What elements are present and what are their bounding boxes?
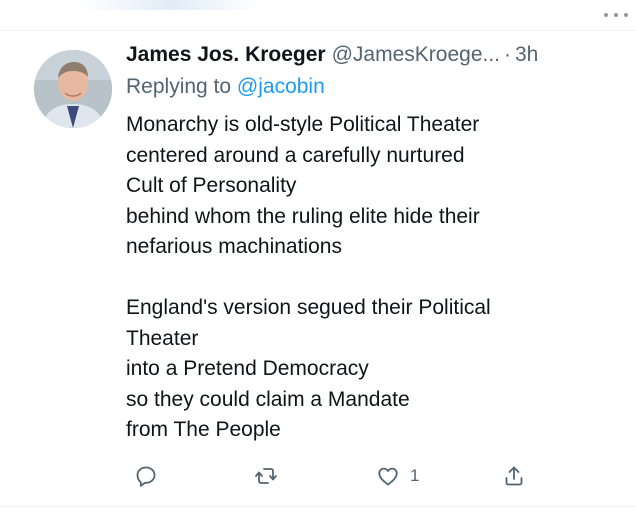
share-button[interactable] — [502, 460, 526, 492]
tweet-text-line: from The People — [126, 418, 281, 441]
tweet-timestamp[interactable]: 3h — [515, 41, 538, 69]
tweet-text-line: Theater — [126, 326, 199, 350]
divider-bottom — [0, 506, 636, 507]
like-count: 1 — [410, 466, 420, 485]
tweet-text: Monarchy is old-style Political Theater … — [126, 110, 616, 446]
reply-icon — [136, 466, 156, 487]
tweet-text-line: so they could claim a Mandate — [126, 387, 410, 411]
reply-button[interactable] — [134, 460, 158, 492]
author-display-name[interactable]: James Jos. Kroeger — [126, 41, 326, 69]
tweet-text-line: England's version segued their Political — [126, 296, 491, 319]
tweet-text-line: centered around a carefully nurtured — [126, 143, 465, 167]
more-dot — [604, 13, 608, 17]
tweet-text-line: Cult of Personality — [126, 174, 297, 197]
tweet-text-line: Monarchy is old-style Political Theater — [126, 113, 480, 136]
divider-top — [0, 30, 636, 31]
tweet-text-line: behind whom the ruling elite hide their — [126, 204, 480, 228]
replying-to-label: Replying to — [126, 75, 232, 98]
more-dot — [624, 13, 628, 17]
retweet-icon — [255, 468, 277, 484]
tweet-header: James Jos. Kroeger @JamesKroege... · 3h — [126, 40, 616, 70]
tweet-content: James Jos. Kroeger @JamesKroege... · 3h … — [126, 40, 616, 446]
previous-tweet-fade — [80, 0, 260, 10]
tweet-text-line: nefarious machinations — [126, 235, 342, 258]
avatar-photo — [34, 50, 112, 128]
tweet-text-line: into a Pretend Democracy — [126, 357, 369, 380]
replying-to-handle[interactable]: @jacobin — [237, 75, 325, 98]
author-handle[interactable]: @JamesKroege... — [332, 41, 500, 69]
tweet-actions: 1 — [126, 458, 546, 494]
avatar[interactable] — [34, 50, 112, 128]
replying-to-line: Replying to @jacobin — [126, 74, 616, 100]
more-dot — [614, 13, 618, 17]
heart-icon — [378, 467, 398, 486]
like-button[interactable]: 1 — [376, 460, 419, 492]
more-options-icon[interactable] — [604, 8, 628, 22]
separator-dot: · — [504, 43, 511, 66]
share-icon — [505, 466, 523, 486]
retweet-button[interactable] — [254, 460, 278, 492]
